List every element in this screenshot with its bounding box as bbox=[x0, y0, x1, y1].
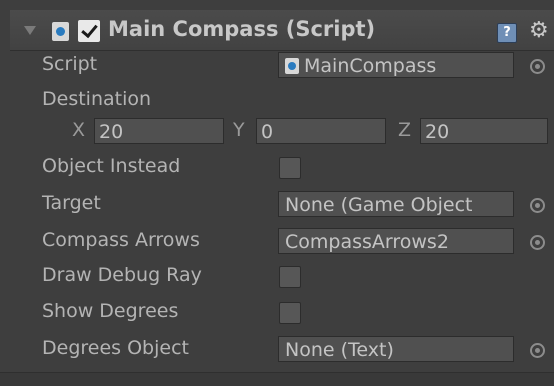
destination-y-input[interactable]: 0 bbox=[256, 118, 386, 144]
degrees-object-field[interactable]: None (Text) bbox=[278, 336, 514, 362]
component-title: Main Compass (Script) bbox=[108, 17, 376, 41]
script-field[interactable]: MainCompass bbox=[278, 52, 514, 78]
script-value: MainCompass bbox=[304, 55, 437, 77]
show-degrees-checkbox[interactable] bbox=[279, 302, 301, 324]
destination-x-label: X bbox=[72, 119, 86, 141]
panel-divider bbox=[0, 372, 554, 386]
destination-x-input[interactable]: 20 bbox=[94, 118, 224, 144]
fold-arrow-icon[interactable] bbox=[24, 26, 36, 35]
object-instead-checkbox[interactable] bbox=[279, 157, 301, 179]
object-picker-icon[interactable] bbox=[530, 198, 545, 213]
object-picker-icon[interactable] bbox=[530, 59, 545, 74]
gear-icon[interactable]: ⚙ bbox=[529, 18, 549, 43]
object-instead-label: Object Instead bbox=[42, 155, 181, 177]
show-degrees-label: Show Degrees bbox=[42, 300, 179, 322]
script-icon bbox=[285, 58, 299, 74]
script-icon bbox=[52, 22, 69, 41]
component-header[interactable]: Main Compass (Script) ? ⚙ bbox=[10, 10, 554, 51]
destination-y-label: Y bbox=[233, 119, 245, 141]
target-field[interactable]: None (Game Object bbox=[278, 191, 514, 217]
help-icon[interactable]: ? bbox=[497, 23, 517, 43]
compass-arrows-label: Compass Arrows bbox=[42, 229, 200, 251]
component-enabled-checkbox[interactable] bbox=[78, 20, 100, 42]
draw-debug-ray-checkbox[interactable] bbox=[279, 266, 301, 288]
destination-z-input[interactable]: 20 bbox=[420, 118, 548, 144]
object-picker-icon[interactable] bbox=[530, 343, 545, 358]
destination-label: Destination bbox=[42, 88, 152, 110]
object-picker-icon[interactable] bbox=[530, 235, 545, 250]
compass-arrows-field[interactable]: CompassArrows2 bbox=[278, 228, 514, 254]
inspector-panel: Main Compass (Script) ? ⚙ Script MainCom… bbox=[0, 0, 554, 386]
target-label: Target bbox=[42, 192, 101, 214]
script-label: Script bbox=[42, 53, 98, 75]
destination-z-label: Z bbox=[398, 119, 412, 141]
degrees-object-label: Degrees Object bbox=[42, 337, 189, 359]
draw-debug-ray-label: Draw Debug Ray bbox=[42, 264, 202, 286]
